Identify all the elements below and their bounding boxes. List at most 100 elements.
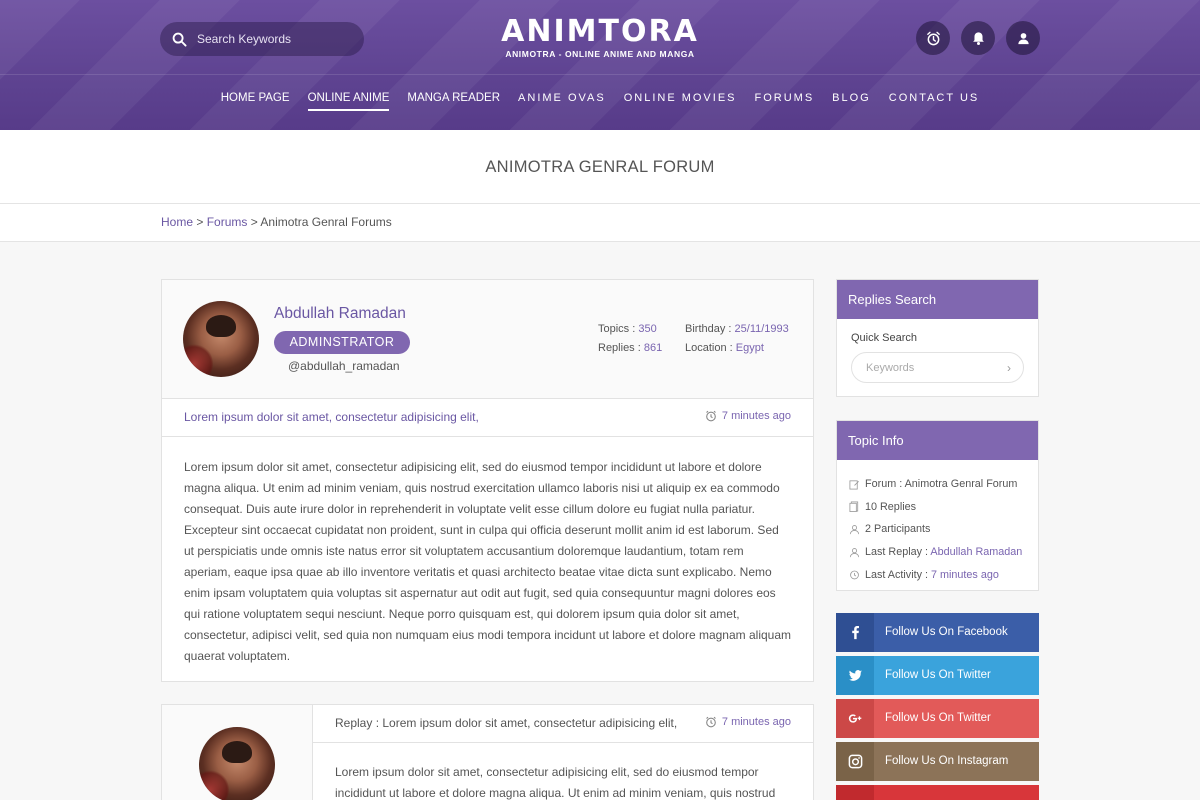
location-label: Location :	[685, 342, 736, 354]
nav-home-page[interactable]: HOME PAGE	[212, 91, 299, 113]
nav-blog[interactable]: BLOG	[823, 91, 880, 113]
social-icon	[836, 785, 874, 800]
author-stats-left: Topics : 350 Replies : 861	[598, 320, 662, 358]
participants-text: 2 Participants	[865, 523, 931, 536]
reply-author-column	[162, 705, 313, 800]
breadcrumb: Home > Forums > Animotra Genral Forums	[161, 215, 392, 229]
nav-manga-reader[interactable]: MANGA READER	[398, 91, 509, 113]
follow-google-plus-label: Follow Us On Twitter	[885, 712, 991, 724]
reply-body: Lorem ipsum dolor sit amet, consectetur …	[335, 765, 776, 800]
site-logo[interactable]: ANIMTORA ANIMOTRA - ONLINE ANIME AND MAN…	[500, 14, 700, 60]
birthday-value: 25/11/1993	[734, 323, 789, 335]
breadcrumb-separator: >	[247, 215, 261, 229]
birthday-label: Birthday :	[685, 323, 735, 335]
user-icon	[849, 525, 860, 535]
follow-twitter-label: Follow Us On Twitter	[885, 669, 991, 681]
topics-stat: Topics : 350	[598, 320, 662, 339]
reply-subject[interactable]: Replay : Lorem ipsum dolor sit amet, con…	[335, 716, 677, 730]
follow-google-plus-button[interactable]: Follow Us On Twitter	[836, 699, 1039, 738]
nav-online-anime[interactable]: ONLINE ANIME	[299, 91, 399, 113]
breadcrumb-current: Animotra Genral Forums	[260, 215, 392, 229]
topic-info-title: Topic Info	[837, 421, 1038, 460]
last-activity-value: 7 minutes ago	[931, 568, 999, 581]
user-icon	[849, 547, 860, 557]
post-body: Lorem ipsum dolor sit amet, consectetur …	[184, 460, 792, 663]
author-avatar[interactable]	[183, 301, 259, 377]
main-nav: HOME PAGE ONLINE ANIME MANGA READER ANIM…	[0, 91, 1200, 113]
role-badge: ADMINSTRATOR	[274, 331, 410, 354]
alarm-clock-icon	[926, 31, 940, 45]
birthday-stat: Birthday : 25/11/1993	[685, 320, 789, 339]
site-header: ANIMTORA ANIMOTRA - ONLINE ANIME AND MAN…	[0, 0, 1200, 130]
breadcrumb-home[interactable]: Home	[161, 215, 193, 229]
last-replay-value[interactable]: Abdullah Ramadan	[930, 546, 1022, 558]
author-name[interactable]: Abdullah Ramadan	[274, 305, 406, 323]
author-stats-right: Birthday : 25/11/1993 Location : Egypt	[685, 320, 789, 358]
logo-title: ANIMTORA	[501, 14, 699, 49]
replies-stat: Replies : 861	[598, 339, 662, 358]
reply-time-text: 7 minutes ago	[721, 716, 791, 728]
location-stat: Location : Egypt	[685, 339, 789, 358]
header-divider	[0, 74, 1200, 75]
clock-icon	[706, 716, 716, 728]
breadcrumb-forums[interactable]: Forums	[207, 215, 248, 229]
follow-more-button[interactable]	[836, 785, 1039, 800]
document-icon	[849, 501, 859, 513]
follow-more-label	[874, 785, 1039, 800]
location-value[interactable]: Egypt	[736, 342, 764, 354]
follow-facebook-label: Follow Us On Facebook	[885, 626, 1008, 638]
alarm-button[interactable]	[916, 21, 950, 55]
follow-instagram-label: Follow Us On Instagram	[885, 755, 1009, 767]
replies-search-widget: Replies Search Quick Search ›	[836, 279, 1039, 397]
replies-value: 861	[643, 342, 663, 354]
nav-anime-ovas[interactable]: ANIME OVAS	[509, 91, 615, 113]
post-subject[interactable]: Lorem ipsum dolor sit amet, consectetur …	[184, 410, 479, 424]
chevron-right-icon[interactable]: ›	[1007, 361, 1011, 375]
topic-info-list: Forum : Animotra Genral Forum 10 Replies…	[837, 460, 1038, 586]
quick-search-input[interactable]	[866, 361, 996, 374]
topic-info-participants: 2 Participants	[849, 518, 1026, 541]
follow-facebook-button[interactable]: Follow Us On Facebook	[836, 613, 1039, 652]
clock-icon	[706, 410, 716, 422]
replies-label: Replies :	[598, 342, 644, 354]
topic-info-last-activity: Last Activity : 7 minutes ago	[849, 563, 1026, 586]
bell-icon	[972, 31, 984, 45]
account-button[interactable]	[1006, 21, 1040, 55]
search-icon	[172, 32, 187, 47]
nav-online-movies[interactable]: ONLINE MOVIES	[615, 91, 746, 113]
page-title: ANIMOTRA GENRAL FORUM	[485, 158, 715, 176]
follow-twitter-button[interactable]: Follow Us On Twitter	[836, 656, 1039, 695]
reply-author-avatar[interactable]	[199, 727, 275, 800]
header-search[interactable]	[160, 22, 364, 56]
clock-icon	[850, 570, 859, 580]
post-time-text: 7 minutes ago	[721, 410, 791, 422]
page-title-band: ANIMOTRA GENRAL FORUM	[0, 130, 1200, 204]
breadcrumb-band: Home > Forums > Animotra Genral Forums	[0, 204, 1200, 242]
topic-info-replies: 10 Replies	[849, 496, 1026, 519]
reply-post: Replay : Lorem ipsum dolor sit amet, con…	[161, 704, 814, 800]
nav-contact-us[interactable]: CONTACT US	[880, 91, 989, 113]
post-author-header: Abdullah Ramadan ADMINSTRATOR @abdullah_…	[162, 280, 813, 399]
instagram-icon	[836, 742, 874, 781]
quick-search-box[interactable]: ›	[851, 352, 1024, 383]
replies-search-title: Replies Search	[837, 280, 1038, 319]
reply-subject-bar: Replay : Lorem ipsum dolor sit amet, con…	[313, 705, 813, 743]
topic-info-widget: Topic Info Forum : Animotra Genral Forum…	[836, 420, 1039, 591]
follow-instagram-button[interactable]: Follow Us On Instagram	[836, 742, 1039, 781]
author-handle: @abdullah_ramadan	[288, 359, 400, 373]
reply-time: 7 minutes ago	[705, 716, 791, 728]
user-icon	[1017, 32, 1029, 44]
facebook-icon	[836, 613, 874, 652]
replies-count-text: 10 Replies	[865, 500, 917, 513]
nav-forums[interactable]: FORUMS	[746, 91, 824, 113]
topics-value: 350	[638, 323, 657, 335]
last-activity-label: Last Activity :	[865, 568, 932, 581]
post-subject-bar: Lorem ipsum dolor sit amet, consectetur …	[162, 399, 813, 437]
notifications-button[interactable]	[961, 21, 995, 55]
quick-search-label: Quick Search	[851, 332, 918, 344]
topic-info-last-replay: Last Replay : Abdullah Ramadan	[849, 541, 1026, 564]
logo-subtitle: ANIMOTRA - ONLINE ANIME AND MANGA	[505, 49, 695, 59]
topic-info-forum: Forum : Animotra Genral Forum	[849, 473, 1026, 496]
edit-icon	[849, 480, 859, 490]
search-input[interactable]	[197, 32, 357, 46]
